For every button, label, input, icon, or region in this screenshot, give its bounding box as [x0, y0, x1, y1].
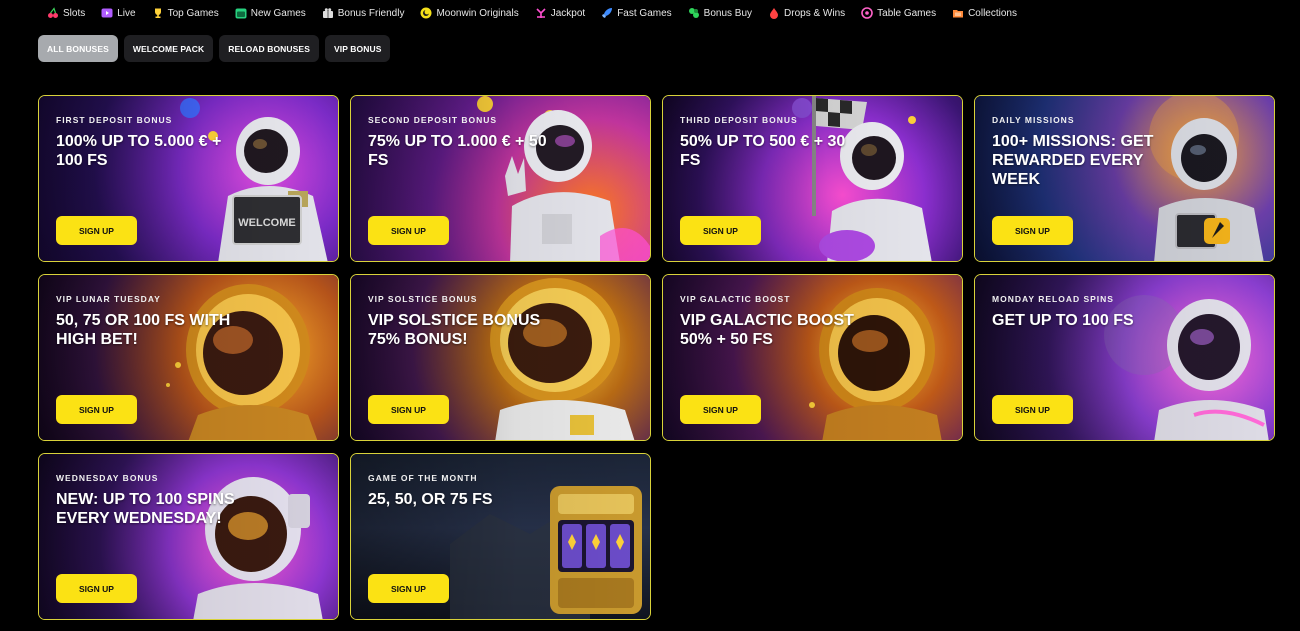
category-live[interactable]: Live [101, 7, 136, 19]
card-kicker: MONDAY RELOAD SPINS [992, 294, 1114, 304]
category-top-games[interactable]: Top Games [152, 7, 219, 19]
category-label: Jackpot [550, 7, 586, 19]
card-headline: 100% UP TO 5.000 € + 100 FS [56, 133, 222, 169]
card-kicker: SECOND DEPOSIT BONUS [368, 115, 498, 125]
card-kicker: DAILY MISSIONS [992, 115, 1075, 125]
card-kicker: GAME OF THE MONTH [368, 473, 478, 483]
bonus-card-first-deposit: WELCOME FIRST DEPOSIT BONUS 100% UP TO 5… [38, 95, 339, 262]
category-new-games[interactable]: New Games [235, 7, 306, 19]
slot-machine-icon [535, 7, 547, 19]
category-label: Bonus Buy [703, 7, 753, 19]
category-label: Moonwin Originals [436, 7, 519, 19]
filter-welcome-pack[interactable]: WELCOME PACK [123, 35, 214, 62]
category-label: Fast Games [617, 7, 672, 19]
card-headline: VIP GALACTIC BOOST 50% + 50 FS [680, 312, 854, 348]
category-label: Live [117, 7, 136, 19]
roulette-icon [861, 7, 873, 19]
bonus-filter-tabs: ALL BONUSES WELCOME PACK RELOAD BONUSES … [38, 35, 391, 62]
card-headline: VIP SOLSTICE BONUS 75% BONUS! [368, 312, 541, 348]
category-drops-wins[interactable]: Drops & Wins [768, 7, 845, 19]
sign-up-button[interactable]: SIGN UP [56, 216, 137, 245]
sign-up-button[interactable]: SIGN UP [368, 395, 449, 424]
bonus-card-third-deposit: THIRD DEPOSIT BONUS 50% UP TO 500 € + 30… [662, 95, 963, 262]
sign-up-button[interactable]: SIGN UP [680, 395, 761, 424]
card-kicker: THIRD DEPOSIT BONUS [680, 115, 798, 125]
sign-up-button[interactable]: SIGN UP [56, 574, 137, 603]
calendar-icon [235, 7, 247, 19]
bonus-card-monday-reload: MONDAY RELOAD SPINS GET UP TO 100 FS SIG… [974, 274, 1275, 441]
category-label: Collections [968, 7, 1017, 19]
bonus-card-vip-solstice: VIP SOLSTICE BONUS VIP SOLSTICE BONUS 75… [350, 274, 651, 441]
sign-up-button[interactable]: SIGN UP [992, 395, 1073, 424]
bonus-grid: WELCOME FIRST DEPOSIT BONUS 100% UP TO 5… [38, 95, 1276, 620]
sign-up-button[interactable]: SIGN UP [56, 395, 137, 424]
category-moonwin-originals[interactable]: Moonwin Originals [420, 7, 519, 19]
filter-reload-bonuses[interactable]: RELOAD BONUSES [219, 35, 319, 62]
card-kicker: VIP LUNAR TUESDAY [56, 294, 161, 304]
folder-icon [952, 7, 964, 19]
bonus-card-vip-galactic-boost: VIP GALACTIC BOOST VIP GALACTIC BOOST 50… [662, 274, 963, 441]
category-nav: Slots Live Top Games New Games Bonus Fri… [47, 4, 1033, 22]
card-kicker: VIP SOLSTICE BONUS [368, 294, 478, 304]
card-headline: 100+ MISSIONS: GET REWARDED EVERY WEEK [992, 133, 1154, 188]
category-label: Top Games [167, 7, 219, 19]
card-headline: GET UP TO 100 FS [992, 312, 1134, 329]
filter-all-bonuses[interactable]: ALL BONUSES [38, 35, 118, 62]
bonus-card-vip-lunar-tuesday: VIP LUNAR TUESDAY 50, 75 OR 100 FS WITH … [38, 274, 339, 441]
drop-icon [768, 7, 780, 19]
trophy-icon [152, 7, 164, 19]
moon-coin-icon [420, 7, 432, 19]
category-label: Drops & Wins [784, 7, 846, 19]
play-icon [101, 7, 113, 19]
bonus-card-daily-missions: DAILY MISSIONS 100+ MISSIONS: GET REWARD… [974, 95, 1275, 262]
gift-icon [322, 7, 334, 19]
category-label: Table Games [877, 7, 937, 19]
bonus-card-game-of-the-month: GAME OF THE MONTH 25, 50, OR 75 FS SIGN … [350, 453, 651, 620]
card-headline: 50, 75 OR 100 FS WITH HIGH BET! [56, 312, 231, 348]
category-label: Slots [63, 7, 86, 19]
card-headline: 50% UP TO 500 € + 30 FS [680, 133, 846, 169]
category-bonus-friendly[interactable]: Bonus Friendly [322, 7, 405, 19]
bonus-card-wednesday: WEDNESDAY BONUS NEW: UP TO 100 SPINS EVE… [38, 453, 339, 620]
category-bonus-buy[interactable]: Bonus Buy [688, 7, 752, 19]
bonus-card-second-deposit: SECOND DEPOSIT BONUS 75% UP TO 1.000 € +… [350, 95, 651, 262]
rocket-icon [601, 7, 613, 19]
card-kicker: WEDNESDAY BONUS [56, 473, 159, 483]
category-slots[interactable]: Slots [47, 7, 85, 19]
card-headline: NEW: UP TO 100 SPINS EVERY WEDNESDAY! [56, 491, 235, 527]
category-jackpot[interactable]: Jackpot [535, 7, 585, 19]
category-label: Bonus Friendly [337, 7, 405, 19]
category-label: New Games [250, 7, 306, 19]
sign-up-button[interactable]: SIGN UP [368, 216, 449, 245]
sign-up-button[interactable]: SIGN UP [368, 574, 449, 603]
money-icon [688, 7, 700, 19]
cherry-icon [47, 7, 59, 19]
card-kicker: VIP GALACTIC BOOST [680, 294, 791, 304]
card-kicker: FIRST DEPOSIT BONUS [56, 115, 173, 125]
card-headline: 25, 50, OR 75 FS [368, 491, 493, 508]
category-fast-games[interactable]: Fast Games [601, 7, 672, 19]
sign-up-button[interactable]: SIGN UP [680, 216, 761, 245]
filter-vip-bonus[interactable]: VIP BONUS [324, 35, 391, 62]
sign-up-button[interactable]: SIGN UP [992, 216, 1073, 245]
category-collections[interactable]: Collections [952, 7, 1017, 19]
card-headline: 75% UP TO 1.000 € + 50 FS [368, 133, 547, 169]
category-table-games[interactable]: Table Games [861, 7, 936, 19]
